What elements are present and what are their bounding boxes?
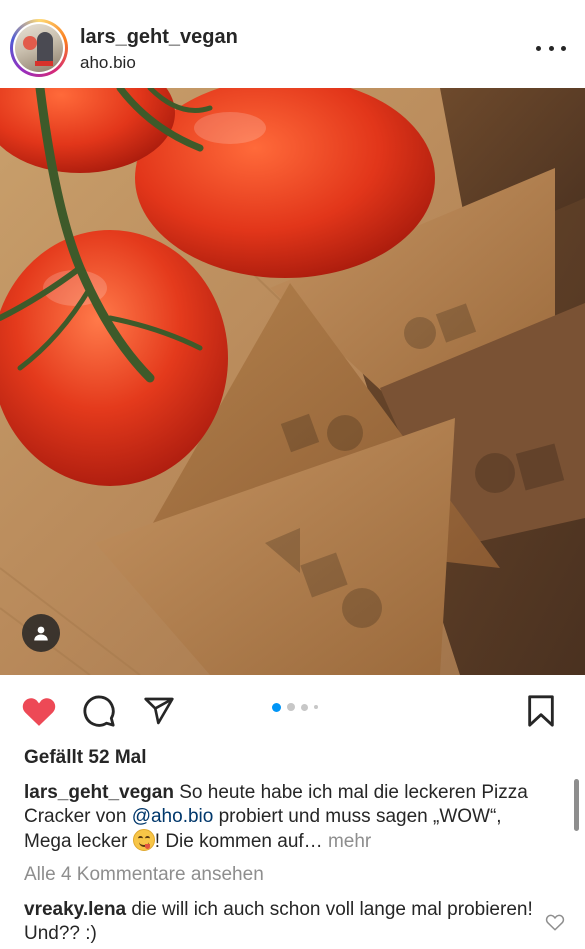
carousel-dot [314, 705, 318, 709]
carousel-dot-active [272, 702, 281, 712]
more-options-icon[interactable] [536, 36, 566, 60]
scrollbar[interactable] [574, 779, 579, 831]
smiling-face-icon [132, 829, 155, 851]
caption-username[interactable]: lars_geht_vegan [24, 782, 174, 803]
post-location[interactable]: aho.bio [80, 53, 136, 73]
comment-username[interactable]: vreaky.lena [24, 899, 126, 920]
post-username[interactable]: lars_geht_vegan [80, 26, 238, 49]
likes-count[interactable]: Gefällt 52 Mal [24, 747, 147, 769]
view-all-comments-link[interactable]: Alle 4 Kommentare ansehen [24, 864, 264, 886]
caption-text: ! Die kommen auf… [154, 831, 323, 852]
more-link[interactable]: mehr [323, 831, 371, 852]
comment-item: vreaky.lena die will ich auch schon voll… [24, 898, 534, 946]
like-heart-icon[interactable] [20, 692, 58, 730]
caption-mention[interactable]: @aho.bio [132, 806, 214, 827]
post-image[interactable] [0, 88, 585, 675]
carousel-indicator [272, 700, 318, 714]
comment-icon[interactable] [80, 692, 118, 730]
carousel-dot [287, 703, 295, 711]
send-icon[interactable] [140, 692, 178, 730]
avatar[interactable] [10, 19, 68, 77]
bookmark-icon[interactable] [522, 692, 560, 730]
comment-heart-icon[interactable] [543, 910, 567, 934]
post-caption: lars_geht_vegan So heute habe ich mal di… [24, 781, 554, 854]
avatar-image [15, 24, 63, 72]
user-tag-icon[interactable] [22, 614, 60, 652]
post-header: lars_geht_vegan aho.bio [0, 0, 585, 88]
carousel-dot [301, 703, 308, 711]
